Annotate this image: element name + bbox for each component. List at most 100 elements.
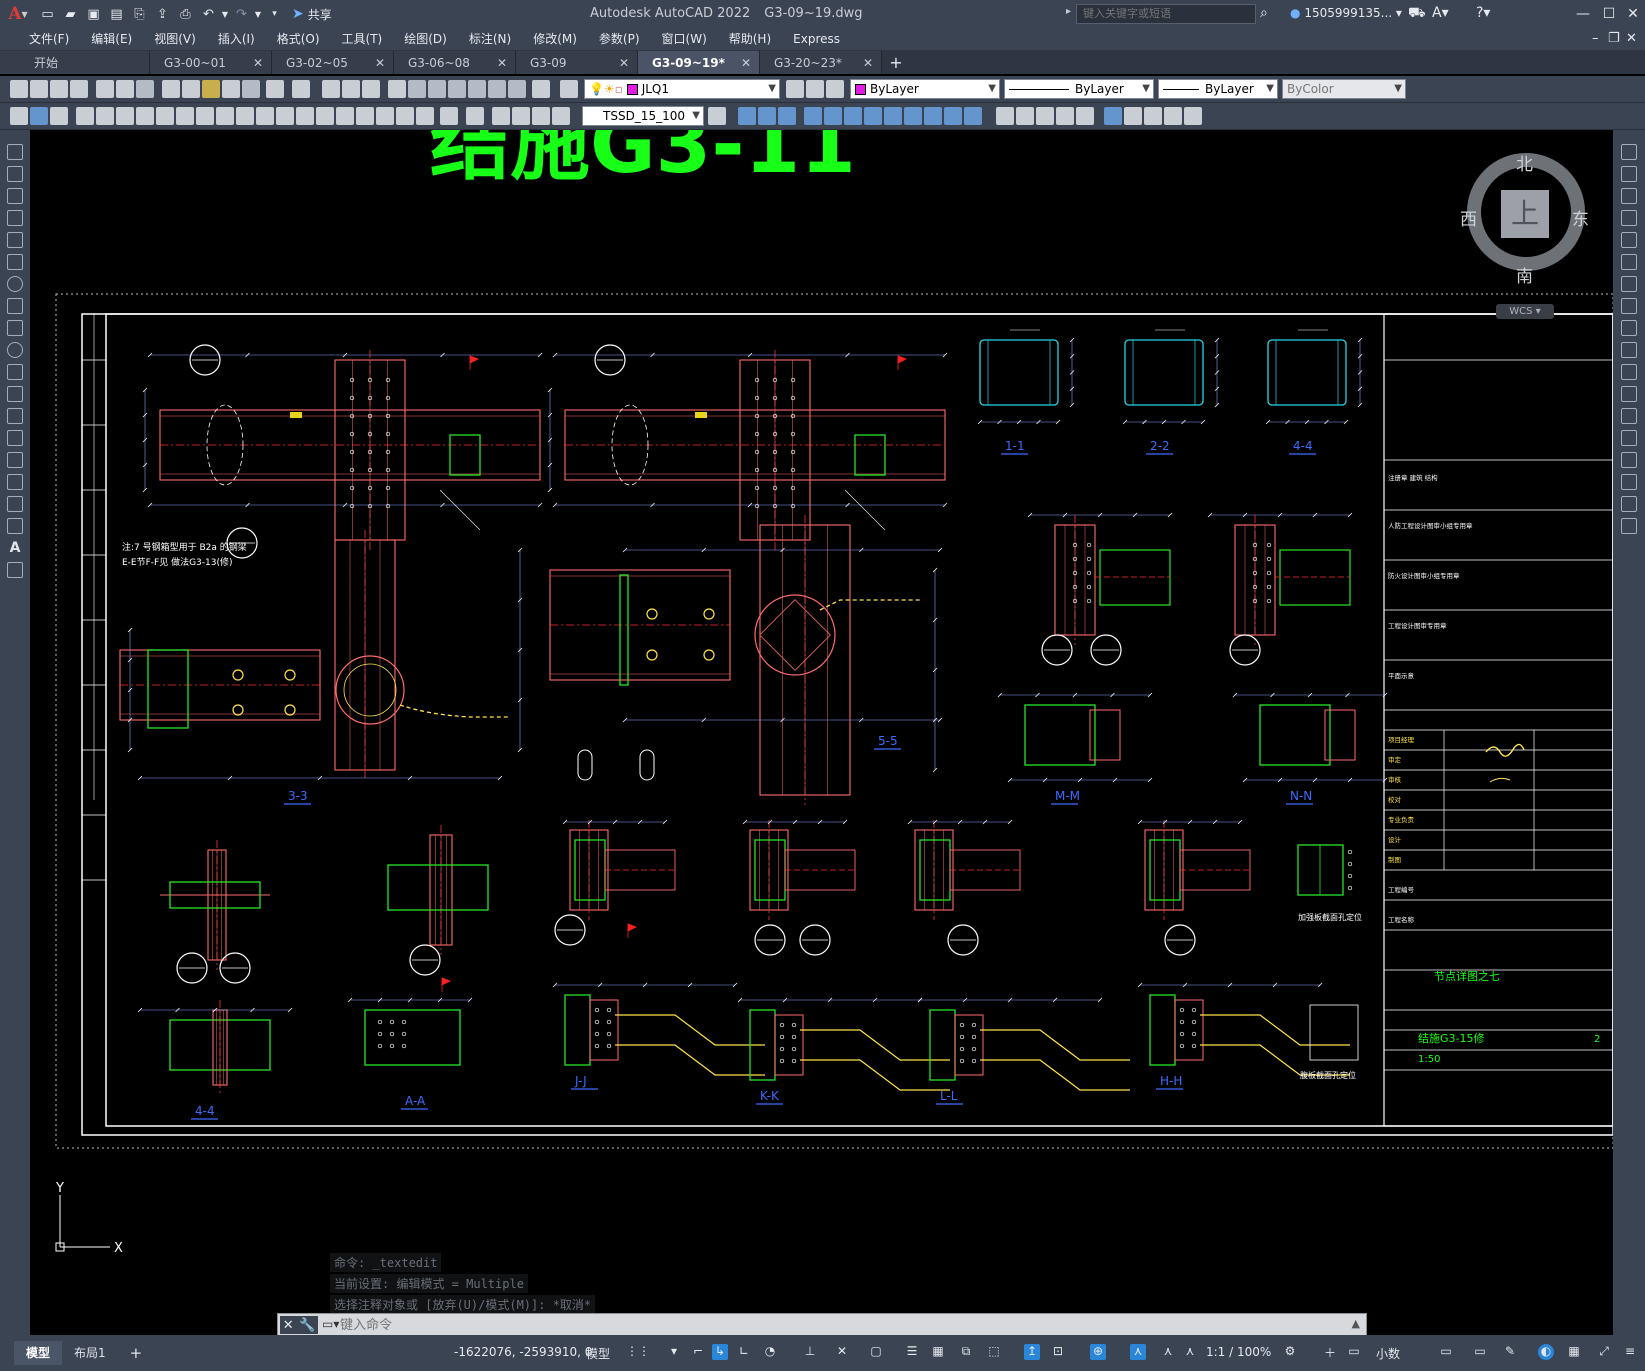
design-center-icon[interactable] bbox=[428, 80, 446, 98]
document-restore-icon[interactable]: ❐ bbox=[1608, 31, 1620, 46]
isolate-objects-icon[interactable]: ✎ bbox=[1502, 1344, 1518, 1360]
ortho-icon[interactable]: ∟ bbox=[736, 1344, 752, 1360]
grid-icon[interactable]: ⋮⋮ bbox=[626, 1344, 650, 1360]
3d-sphere-icon[interactable] bbox=[804, 107, 822, 125]
extend-icon[interactable] bbox=[1621, 364, 1637, 380]
dim-jogged-icon[interactable] bbox=[136, 107, 154, 125]
hardware-acceleration-icon[interactable]: ◐ bbox=[1538, 1344, 1554, 1360]
menu-modify[interactable]: 修改(M) bbox=[522, 28, 588, 50]
viewcube-south[interactable]: 南 bbox=[1516, 262, 1533, 287]
publish-icon[interactable] bbox=[136, 80, 154, 98]
cut-icon[interactable] bbox=[162, 80, 180, 98]
hidden-style-icon[interactable] bbox=[1056, 107, 1074, 125]
zoom-previous-icon[interactable] bbox=[388, 80, 406, 98]
tab-g3-06-08[interactable]: G3-06~08 ✕ bbox=[394, 51, 516, 74]
block-editor-icon[interactable] bbox=[242, 80, 260, 98]
hatch-icon[interactable] bbox=[7, 452, 23, 468]
object-snap-tracking-icon[interactable]: ⊥ bbox=[802, 1344, 818, 1360]
open-icon[interactable]: ▰ bbox=[59, 2, 82, 26]
copy-icon[interactable] bbox=[182, 80, 200, 98]
customize-wrench-icon[interactable]: 🔧 bbox=[299, 1318, 315, 1333]
ellipse-icon[interactable] bbox=[7, 342, 23, 358]
help-icon[interactable]: ?▾ bbox=[1476, 5, 1490, 21]
annotation-scale-icon[interactable]: ⋏ bbox=[1182, 1344, 1198, 1360]
polar-icon[interactable]: ◔ bbox=[762, 1344, 778, 1360]
viewcube-west[interactable]: 西 bbox=[1460, 205, 1477, 230]
quick-dim-icon[interactable] bbox=[196, 107, 214, 125]
close-tab-icon[interactable]: ✕ bbox=[253, 56, 263, 70]
ucs-previous-icon[interactable] bbox=[1144, 107, 1162, 125]
gizmo-icon[interactable]: ⊕ bbox=[1090, 1344, 1106, 1360]
menu-express[interactable]: Express bbox=[782, 28, 851, 50]
close-tab-icon[interactable]: ✕ bbox=[497, 56, 507, 70]
zoom-window-icon[interactable] bbox=[362, 80, 380, 98]
save-as-icon[interactable]: ▤ bbox=[105, 2, 128, 26]
multileader-icon[interactable] bbox=[492, 107, 510, 125]
infer-constraints-icon[interactable]: ⌐ bbox=[690, 1344, 706, 1360]
user-account-button[interactable]: ● 1505999135... ▾ bbox=[1290, 6, 1402, 20]
leader-add-icon[interactable] bbox=[512, 107, 530, 125]
menu-window[interactable]: 窗口(W) bbox=[651, 28, 718, 50]
lock-ui-icon[interactable]: ▭ bbox=[1472, 1344, 1488, 1360]
ellipse-arc-icon[interactable] bbox=[7, 364, 23, 380]
selection-filter-icon[interactable]: ⊡ bbox=[1050, 1344, 1066, 1360]
dynamic-ucs-icon[interactable]: ↥ bbox=[1024, 1344, 1040, 1360]
dim-ordinate-icon[interactable] bbox=[96, 107, 114, 125]
xray-style-icon[interactable] bbox=[1076, 107, 1094, 125]
fillet-icon[interactable] bbox=[1621, 474, 1637, 490]
realistic-style-icon[interactable] bbox=[1016, 107, 1034, 125]
add-selected-icon[interactable] bbox=[7, 562, 23, 578]
3d-cone-icon[interactable] bbox=[778, 107, 796, 125]
autodesk-a360-icon[interactable]: A▾ bbox=[1432, 5, 1449, 21]
explode-icon[interactable] bbox=[1621, 518, 1637, 534]
construction-line-icon[interactable] bbox=[7, 166, 23, 182]
help-search-input[interactable] bbox=[1076, 4, 1256, 24]
customize-quick-access-icon[interactable]: ▾ bbox=[263, 2, 286, 26]
close-tab-icon[interactable]: ✕ bbox=[619, 56, 629, 70]
osnap-icon[interactable]: ✕ bbox=[834, 1344, 850, 1360]
3d-wedge-icon[interactable] bbox=[758, 107, 776, 125]
3d-sweep-icon[interactable] bbox=[924, 107, 942, 125]
new-icon[interactable]: ▭ bbox=[36, 2, 59, 26]
new-tab-button[interactable]: + bbox=[882, 51, 910, 74]
close-icon[interactable]: ✕ bbox=[1620, 3, 1645, 25]
add-layout-icon[interactable]: + bbox=[118, 1341, 155, 1365]
annotation-visibility-icon[interactable]: ⋏ bbox=[1130, 1344, 1146, 1360]
properties-icon[interactable] bbox=[408, 80, 426, 98]
3d-torus-icon[interactable] bbox=[844, 107, 862, 125]
visual-style-icon[interactable] bbox=[996, 107, 1014, 125]
3d-cylinder-icon[interactable] bbox=[824, 107, 842, 125]
dim-arc-icon[interactable] bbox=[76, 107, 94, 125]
blend-curves-icon[interactable] bbox=[1621, 496, 1637, 512]
menu-parametric[interactable]: 参数(P) bbox=[588, 28, 651, 50]
toolbar-grip-icon[interactable] bbox=[10, 107, 28, 125]
quickcalc-icon[interactable] bbox=[508, 80, 526, 98]
2d-osnap-icon[interactable]: ▢ bbox=[868, 1344, 884, 1360]
search-icon[interactable]: ⌕ bbox=[1260, 5, 1268, 21]
maximize-icon[interactable]: ☐ bbox=[1596, 3, 1622, 25]
cart-icon[interactable]: ⛟ bbox=[1408, 5, 1426, 23]
leader-collect-icon[interactable] bbox=[552, 107, 570, 125]
3d-revolve-icon[interactable] bbox=[904, 107, 922, 125]
clean-screen-icon[interactable]: ▦ bbox=[1566, 1344, 1582, 1360]
viewcube-top-face[interactable]: 上 bbox=[1501, 190, 1549, 238]
arc-icon[interactable] bbox=[7, 254, 23, 270]
dim-radius-icon[interactable] bbox=[116, 107, 134, 125]
fullscreen-icon[interactable]: ⤢ bbox=[1596, 1344, 1612, 1360]
3d-union-icon[interactable] bbox=[964, 107, 982, 125]
multiline-text-icon[interactable]: A bbox=[7, 540, 23, 556]
document-close-icon[interactable]: ✕ bbox=[1626, 31, 1637, 46]
center-mark-icon[interactable] bbox=[316, 107, 334, 125]
dim-aligned-icon[interactable] bbox=[50, 107, 68, 125]
menu-dimension[interactable]: 标注(N) bbox=[458, 28, 522, 50]
close-tab-icon[interactable]: ✕ bbox=[375, 56, 385, 70]
mleader-style-icon[interactable] bbox=[708, 107, 726, 125]
auto-scale-icon[interactable]: ⋏ bbox=[1160, 1344, 1176, 1360]
tool-palettes-icon[interactable] bbox=[448, 80, 466, 98]
plotstyle-select[interactable]: ByColor ▼ bbox=[1282, 79, 1406, 99]
leader-align-icon[interactable] bbox=[532, 107, 550, 125]
dim-break-icon[interactable] bbox=[276, 107, 294, 125]
share-button[interactable]: ➤ 共享 bbox=[292, 6, 332, 23]
ucs-icon[interactable] bbox=[1104, 107, 1122, 125]
tab-start[interactable]: 开始 bbox=[0, 51, 150, 74]
